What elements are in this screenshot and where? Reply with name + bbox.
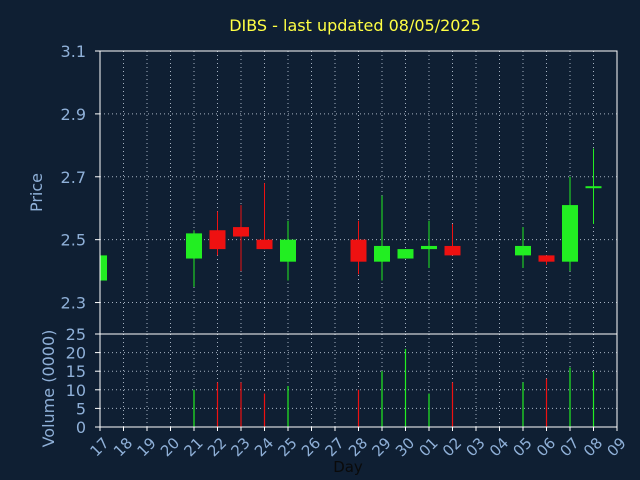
- candle: [538, 255, 555, 265]
- candle: [209, 211, 226, 256]
- x-tick-label: 30: [392, 434, 418, 460]
- x-tick-label: 25: [275, 434, 301, 460]
- volume-panel: 2520151050 Volume (0000): [39, 325, 618, 448]
- price-tick-label: 2.7: [61, 168, 86, 187]
- candle-body: [538, 255, 555, 262]
- x-tick-label: 03: [463, 434, 489, 460]
- volume-tick-label: 0: [76, 418, 86, 437]
- x-tick-label: 29: [369, 434, 395, 460]
- x-tick-label: 02: [439, 434, 465, 460]
- x-tick-label: 05: [510, 434, 536, 460]
- x-tick-label: 18: [110, 434, 136, 460]
- candle: [397, 249, 414, 259]
- x-tick-label: 27: [322, 434, 348, 460]
- x-axis-label: Day: [333, 458, 363, 476]
- price-tick-label: 3.1: [61, 42, 86, 61]
- candle-body: [280, 239, 296, 262]
- candle: [585, 148, 602, 224]
- candle: [186, 230, 202, 287]
- x-tick-labels: 1718192021222324252627282930010203040506…: [87, 427, 630, 460]
- candle: [444, 223, 461, 256]
- candle: [99, 255, 107, 281]
- candle-body: [562, 205, 578, 262]
- price-tick-label: 2.5: [61, 231, 86, 250]
- x-tick-label: 04: [486, 434, 512, 460]
- candle: [374, 195, 390, 281]
- x-tick-label: 24: [251, 434, 277, 460]
- candle: [515, 227, 531, 268]
- candle-body: [444, 245, 461, 256]
- x-tick-label: 19: [134, 434, 160, 460]
- price-axis-label: Price: [27, 173, 46, 212]
- price-grid: [100, 50, 618, 334]
- candle: [562, 176, 578, 272]
- candle-body: [397, 249, 414, 259]
- candle-body: [374, 245, 390, 262]
- price-tick-label: 2.3: [61, 294, 86, 313]
- chart-title: DIBS - last updated 08/05/2025: [229, 16, 481, 35]
- volume-bars: [193, 348, 595, 427]
- volume-axis-label: Volume (0000): [39, 330, 58, 448]
- candle-body: [233, 227, 249, 237]
- volume-tick-label: 5: [76, 399, 86, 418]
- price-y-ticks: 3.1 2.9 2.7 2.5 2.3: [61, 42, 100, 313]
- x-tick-label: 22: [204, 434, 230, 460]
- volume-y-ticks: 2520151050: [66, 325, 100, 437]
- volume-tick-label: 10: [66, 381, 86, 400]
- x-tick-label: 08: [580, 434, 606, 460]
- x-tick-label: 17: [87, 434, 113, 460]
- stock-chart: DIBS - last updated 08/05/2025 3.1 2.9 2.7…: [27, 16, 630, 476]
- candle-body: [186, 233, 202, 259]
- x-tick-label: 01: [416, 434, 442, 460]
- candle-body: [100, 255, 107, 281]
- candle-body: [515, 245, 531, 256]
- candle: [350, 220, 367, 275]
- x-tick-label: 26: [298, 434, 324, 460]
- candle-body: [585, 186, 602, 189]
- candle-body: [256, 239, 273, 250]
- x-tick-label: 21: [181, 434, 207, 460]
- x-tick-label: 07: [557, 434, 583, 460]
- candle-body: [421, 245, 437, 250]
- price-tick-label: 2.9: [61, 105, 86, 124]
- x-tick-label: 23: [228, 434, 254, 460]
- candle: [280, 220, 296, 281]
- price-panel: 3.1 2.9 2.7 2.5 2.3 Price: [27, 42, 618, 335]
- volume-tick-label: 25: [66, 325, 86, 344]
- candle-body: [209, 230, 226, 250]
- x-tick-label: 06: [533, 434, 559, 460]
- x-tick-label: 09: [604, 434, 630, 460]
- candle: [256, 183, 273, 250]
- x-tick-label: 28: [345, 434, 371, 460]
- candle-body: [350, 239, 367, 262]
- price-candles: [99, 148, 602, 287]
- volume-tick-label: 20: [66, 344, 86, 363]
- x-tick-label: 20: [157, 434, 183, 460]
- candle: [233, 205, 249, 272]
- volume-tick-label: 15: [66, 362, 86, 381]
- candle: [421, 220, 437, 268]
